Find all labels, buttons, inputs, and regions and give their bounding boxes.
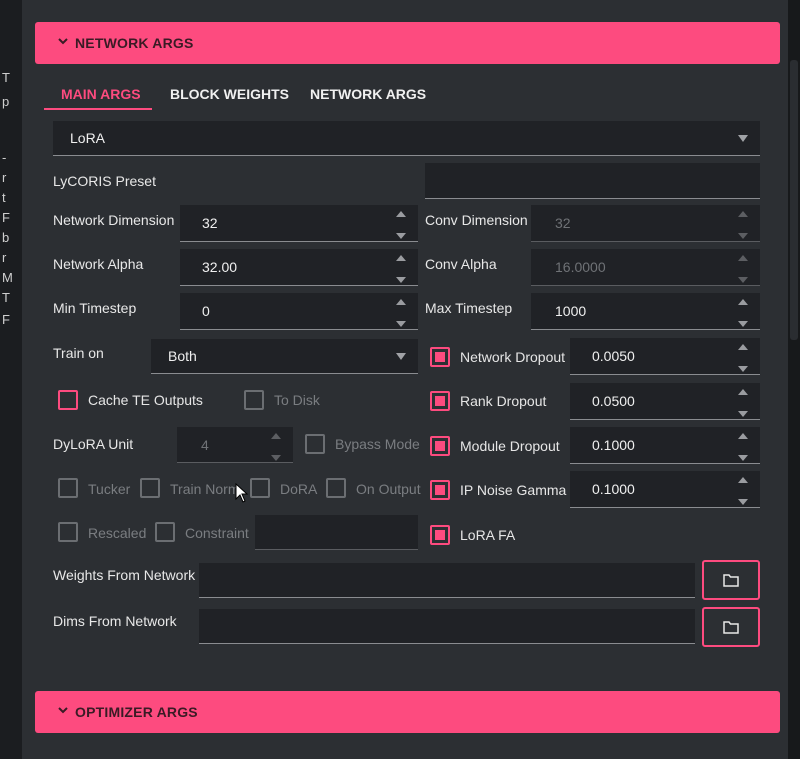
min-timestep-label: Min Timestep bbox=[53, 300, 137, 316]
network-alpha-input[interactable]: 32.00 bbox=[180, 249, 418, 286]
train-on-select[interactable]: Both bbox=[151, 339, 418, 374]
spinner-arrows-icon[interactable] bbox=[738, 297, 748, 327]
network-dimension-label: Network Dimension bbox=[53, 212, 175, 228]
train-on-label: Train on bbox=[53, 345, 104, 361]
min-timestep-input[interactable]: 0 bbox=[180, 293, 418, 330]
spinner-arrows-icon[interactable] bbox=[738, 253, 748, 283]
conv-dimension-input[interactable]: 32 bbox=[531, 205, 760, 242]
network-dropout-label: Network Dropout bbox=[460, 349, 566, 365]
dims-from-network-input[interactable] bbox=[199, 609, 695, 644]
spinner-arrows-icon[interactable] bbox=[396, 253, 406, 283]
cache-te-outputs-label: Cache TE Outputs bbox=[88, 392, 203, 408]
spinner-arrows-icon[interactable] bbox=[396, 209, 406, 239]
background-text: F bbox=[2, 312, 10, 327]
chevron-down-icon bbox=[58, 707, 68, 714]
spinner-arrows-icon[interactable] bbox=[738, 387, 748, 417]
ip-noise-gamma-label: IP Noise Gamma bbox=[460, 482, 567, 498]
constraint-checkbox[interactable] bbox=[155, 522, 175, 542]
chevron-down-icon bbox=[58, 38, 68, 45]
rank-dropout-label: Rank Dropout bbox=[460, 393, 547, 409]
weights-from-network-input[interactable] bbox=[199, 563, 695, 598]
weights-from-network-label: Weights From Network bbox=[53, 567, 196, 583]
on-output-label: On Output bbox=[356, 481, 421, 497]
lycoris-preset-input[interactable] bbox=[425, 163, 760, 199]
to-disk-label: To Disk bbox=[274, 392, 320, 408]
rank-dropout-input[interactable]: 0.0500 bbox=[570, 383, 760, 420]
train-norm-label: Train Norm bbox=[170, 481, 240, 497]
network-dropout-checkbox[interactable] bbox=[430, 347, 450, 367]
spinner-arrows-icon[interactable] bbox=[738, 342, 748, 372]
spinner-arrows-icon[interactable] bbox=[271, 431, 281, 461]
dylora-unit-label: DyLoRA Unit bbox=[53, 436, 134, 452]
constraint-label: Constraint bbox=[185, 525, 249, 541]
background-text: r bbox=[2, 170, 7, 185]
network-dropout-input[interactable]: 0.0050 bbox=[570, 338, 760, 375]
dropdown-arrow-icon bbox=[738, 135, 748, 142]
scrollbar-thumb[interactable] bbox=[790, 60, 798, 340]
ip-noise-gamma-input[interactable]: 0.1000 bbox=[570, 471, 760, 508]
section-title: OPTIMIZER ARGS bbox=[75, 704, 198, 720]
module-dropout-input[interactable]: 0.1000 bbox=[570, 427, 760, 464]
settings-panel bbox=[22, 0, 788, 759]
conv-alpha-input[interactable]: 16.0000 bbox=[531, 249, 760, 286]
dropdown-arrow-icon bbox=[396, 353, 406, 360]
network-algo-select[interactable]: LoRA bbox=[53, 121, 760, 156]
spinner-arrows-icon[interactable] bbox=[738, 209, 748, 239]
lycoris-preset-label: LyCORIS Preset bbox=[53, 173, 156, 189]
rescaled-label: Rescaled bbox=[88, 525, 147, 541]
select-value: LoRA bbox=[70, 130, 106, 146]
module-dropout-checkbox[interactable] bbox=[430, 436, 450, 456]
max-timestep-label: Max Timestep bbox=[425, 300, 513, 316]
background-text: p bbox=[2, 94, 10, 109]
folder-icon bbox=[723, 621, 739, 634]
dylora-unit-input[interactable]: 4 bbox=[177, 427, 293, 463]
rescaled-checkbox[interactable] bbox=[58, 522, 78, 542]
bypass-mode-label: Bypass Mode bbox=[335, 436, 420, 452]
weights-browse-button[interactable] bbox=[702, 560, 760, 600]
background-text: r bbox=[2, 250, 7, 265]
background-text: T bbox=[2, 70, 10, 85]
tucker-label: Tucker bbox=[88, 481, 131, 497]
max-timestep-input[interactable]: 1000 bbox=[531, 293, 760, 330]
spinner-arrows-icon[interactable] bbox=[396, 297, 406, 327]
dims-from-network-label: Dims From Network bbox=[53, 613, 177, 629]
train-norm-checkbox[interactable] bbox=[140, 478, 160, 498]
mouse-cursor-icon bbox=[235, 483, 249, 503]
background-text: t bbox=[2, 190, 6, 205]
lora-fa-checkbox[interactable] bbox=[430, 525, 450, 545]
dora-checkbox[interactable] bbox=[250, 478, 270, 498]
spinner-arrows-icon[interactable] bbox=[738, 431, 748, 461]
background-text: T bbox=[2, 290, 10, 305]
ip-noise-gamma-checkbox[interactable] bbox=[430, 480, 450, 500]
background-text: M bbox=[2, 270, 13, 285]
background-text: b bbox=[2, 230, 10, 245]
rank-dropout-checkbox[interactable] bbox=[430, 391, 450, 411]
background-text: - bbox=[2, 150, 7, 165]
active-tab-indicator bbox=[44, 108, 152, 110]
cache-te-outputs-checkbox[interactable] bbox=[58, 390, 78, 410]
network-dimension-input[interactable]: 32 bbox=[180, 205, 418, 242]
background-text: F bbox=[2, 210, 10, 225]
tab-network-args[interactable]: NETWORK ARGS bbox=[310, 86, 426, 102]
conv-dimension-label: Conv Dimension bbox=[425, 212, 528, 228]
dims-browse-button[interactable] bbox=[702, 607, 760, 647]
spinner-arrows-icon[interactable] bbox=[738, 475, 748, 505]
to-disk-checkbox[interactable] bbox=[244, 390, 264, 410]
bypass-mode-checkbox[interactable] bbox=[305, 434, 325, 454]
network-alpha-label: Network Alpha bbox=[53, 256, 144, 272]
lora-fa-label: LoRA FA bbox=[460, 527, 516, 543]
conv-alpha-label: Conv Alpha bbox=[425, 256, 497, 272]
background-window-strip: T p - r t F b r M T F bbox=[0, 0, 22, 759]
module-dropout-label: Module Dropout bbox=[460, 438, 560, 454]
network-args-section-header[interactable]: NETWORK ARGS bbox=[35, 22, 780, 64]
dora-label: DoRA bbox=[280, 481, 318, 497]
folder-icon bbox=[723, 574, 739, 587]
optimizer-args-section-header[interactable]: OPTIMIZER ARGS bbox=[35, 691, 780, 733]
on-output-checkbox[interactable] bbox=[326, 478, 346, 498]
tucker-checkbox[interactable] bbox=[58, 478, 78, 498]
section-title: NETWORK ARGS bbox=[75, 35, 194, 51]
constraint-input[interactable] bbox=[255, 515, 418, 550]
tab-main-args[interactable]: MAIN ARGS bbox=[61, 86, 141, 102]
tab-block-weights[interactable]: BLOCK WEIGHTS bbox=[170, 86, 289, 102]
